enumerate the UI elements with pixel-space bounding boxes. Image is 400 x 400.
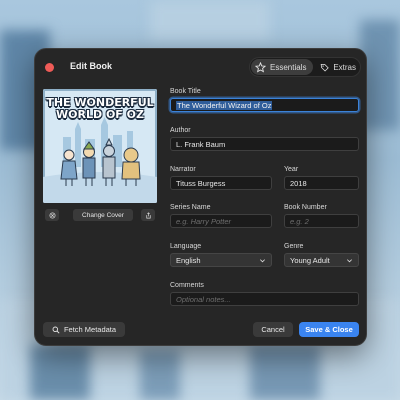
cancel-button[interactable]: Cancel bbox=[253, 322, 293, 337]
series-name-label: Series Name bbox=[170, 204, 211, 211]
book-cover-image[interactable]: THE WONDERFUL WORLD OF OZ bbox=[43, 89, 157, 203]
tab-essentials-label: Essentials bbox=[270, 62, 307, 72]
share-icon bbox=[145, 211, 151, 218]
book-number-label: Book Number bbox=[284, 204, 327, 211]
book-title-value: The Wonderful Wizard of Oz bbox=[176, 100, 273, 110]
tab-essentials[interactable]: Essentials bbox=[251, 59, 313, 75]
edit-book-dialog: Edit Book Essentials Extras THE WONDERFU… bbox=[34, 48, 367, 346]
share-cover-button[interactable] bbox=[141, 209, 155, 221]
change-cover-button[interactable]: Change Cover bbox=[73, 209, 133, 221]
narrator-input[interactable]: Tituss Burgess bbox=[170, 176, 272, 190]
year-input[interactable]: 2018 bbox=[284, 176, 359, 190]
remove-icon bbox=[49, 212, 55, 218]
comments-input[interactable]: Optional notes... bbox=[170, 292, 359, 306]
book-number-input[interactable]: e.g. 2 bbox=[284, 214, 359, 228]
genre-label: Genre bbox=[284, 243, 304, 250]
language-label: Language bbox=[170, 243, 202, 250]
language-select[interactable]: English bbox=[170, 253, 272, 267]
search-icon bbox=[52, 326, 60, 334]
chevron-down-icon bbox=[347, 258, 352, 262]
fetch-metadata-button[interactable]: Fetch Metadata bbox=[43, 322, 125, 337]
remove-cover-button[interactable] bbox=[45, 209, 59, 221]
close-window-button[interactable] bbox=[45, 63, 54, 72]
tab-extras-label: Extras bbox=[333, 62, 356, 72]
genre-value: Young Adult bbox=[290, 255, 330, 265]
author-input[interactable]: L. Frank Baum bbox=[170, 137, 359, 151]
chevron-down-icon bbox=[260, 258, 265, 262]
cover-title-text: THE WONDERFUL WORLD OF OZ bbox=[46, 96, 154, 121]
series-name-input[interactable]: e.g. Harry Potter bbox=[170, 214, 272, 228]
narrator-label: Narrator bbox=[170, 166, 196, 173]
dialog-title: Edit Book bbox=[70, 61, 112, 71]
tag-icon bbox=[320, 63, 329, 72]
language-value: English bbox=[176, 255, 201, 265]
tab-switcher: Essentials Extras bbox=[249, 57, 361, 77]
save-close-button[interactable]: Save & Close bbox=[299, 322, 359, 337]
author-label: Author bbox=[170, 127, 191, 134]
genre-select[interactable]: Young Adult bbox=[284, 253, 359, 267]
fetch-metadata-label: Fetch Metadata bbox=[63, 325, 117, 334]
star-icon bbox=[255, 61, 266, 73]
year-label: Year bbox=[284, 166, 299, 173]
book-title-label: Book Title bbox=[170, 88, 201, 95]
tab-extras[interactable]: Extras bbox=[316, 59, 360, 75]
book-title-input[interactable]: The Wonderful Wizard of Oz bbox=[170, 98, 359, 112]
comments-label: Comments bbox=[170, 282, 204, 289]
